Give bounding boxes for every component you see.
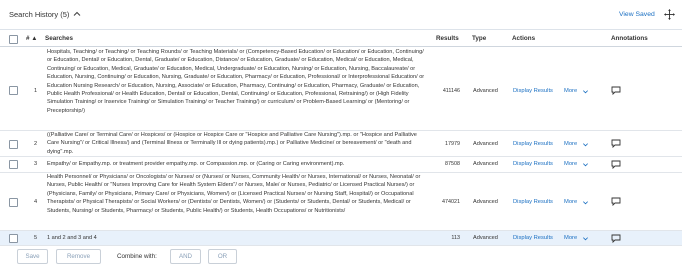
row-number: 5 bbox=[34, 235, 38, 241]
search-query: Health Personnel/ or Physicians/ or Onco… bbox=[47, 174, 421, 214]
chevron-up-icon[interactable] bbox=[72, 9, 82, 19]
table-row: 5 1 and 2 and 3 and 4 113 Advanced Displ… bbox=[0, 231, 682, 246]
chevron-down-icon[interactable] bbox=[582, 141, 589, 148]
more-menu[interactable]: More bbox=[564, 141, 577, 147]
chevron-down-icon[interactable] bbox=[582, 161, 589, 168]
display-results-link[interactable]: Display Results bbox=[513, 161, 553, 167]
row-number: 4 bbox=[34, 199, 38, 205]
search-query: ((Palliative Care/ or Terminal Care/ or … bbox=[47, 132, 417, 155]
table-row: 4 Health Personnel/ or Physicians/ or On… bbox=[0, 173, 682, 231]
history-footer: Save Remove Combine with: AND OR bbox=[0, 246, 682, 269]
row-checkbox[interactable] bbox=[9, 140, 18, 149]
result-count: 87508 bbox=[445, 161, 460, 167]
comment-icon[interactable] bbox=[611, 160, 621, 169]
select-all-checkbox[interactable] bbox=[9, 35, 18, 44]
sort-up-icon: ▲ bbox=[31, 35, 38, 42]
remove-button[interactable]: Remove bbox=[56, 249, 101, 264]
search-type: Advanced bbox=[473, 141, 498, 147]
combine-and-button[interactable]: AND bbox=[170, 249, 201, 264]
chevron-down-icon[interactable] bbox=[582, 88, 589, 95]
row-number: 2 bbox=[34, 141, 38, 147]
column-header-actions: Actions bbox=[512, 35, 536, 42]
table-row: 3 Empathy/ or Empathy.mp. or treatment p… bbox=[0, 157, 682, 173]
result-count: 411146 bbox=[442, 88, 460, 94]
row-checkbox[interactable] bbox=[9, 160, 18, 169]
search-query: 1 and 2 and 3 and 4 bbox=[47, 235, 97, 241]
view-saved-link[interactable]: View Saved bbox=[619, 11, 655, 18]
column-header-annotations: Annotations bbox=[611, 35, 648, 42]
result-count: 474021 bbox=[442, 199, 460, 205]
search-type: Advanced bbox=[473, 199, 498, 205]
comment-icon[interactable] bbox=[611, 86, 621, 95]
result-count: 17979 bbox=[445, 141, 460, 147]
row-checkbox[interactable] bbox=[9, 198, 18, 207]
search-history-header: Search History (5) View Saved bbox=[0, 0, 682, 30]
search-type: Advanced bbox=[473, 161, 498, 167]
save-button[interactable]: Save bbox=[17, 249, 48, 264]
row-checkbox[interactable] bbox=[9, 86, 18, 95]
table-row: 1 Hospitals, Teaching/ or Teaching/ or T… bbox=[0, 48, 682, 131]
move-icon[interactable] bbox=[664, 9, 675, 20]
combine-or-button[interactable]: OR bbox=[208, 249, 237, 264]
more-menu[interactable]: More bbox=[564, 161, 577, 167]
comment-icon[interactable] bbox=[611, 234, 621, 243]
result-count: 113 bbox=[451, 235, 460, 241]
column-header-searches: Searches bbox=[45, 35, 74, 42]
combine-with-label: Combine with: bbox=[117, 253, 157, 260]
table-row: 2 ((Palliative Care/ or Terminal Care/ o… bbox=[0, 131, 682, 157]
search-type: Advanced bbox=[473, 88, 498, 94]
row-number: 1 bbox=[34, 88, 38, 94]
comment-icon[interactable] bbox=[611, 139, 621, 148]
search-query: Empathy/ or Empathy.mp. or treatment pro… bbox=[47, 161, 345, 167]
search-query: Hospitals, Teaching/ or Teaching/ or Tea… bbox=[47, 49, 425, 114]
display-results-link[interactable]: Display Results bbox=[513, 88, 553, 94]
column-header-results: Results bbox=[436, 35, 459, 42]
row-number: 3 bbox=[34, 161, 38, 167]
search-history-title: Search History (5) bbox=[9, 10, 70, 19]
table-header: # ▲ Searches Results Type Actions Annota… bbox=[0, 31, 682, 47]
search-type: Advanced bbox=[473, 235, 498, 241]
display-results-link[interactable]: Display Results bbox=[513, 199, 553, 205]
chevron-down-icon[interactable] bbox=[582, 199, 589, 206]
more-menu[interactable]: More bbox=[564, 88, 577, 94]
more-menu[interactable]: More bbox=[564, 235, 577, 241]
display-results-link[interactable]: Display Results bbox=[513, 141, 553, 147]
comment-icon[interactable] bbox=[611, 197, 621, 206]
column-header-number[interactable]: # ▲ bbox=[26, 35, 38, 42]
column-header-type: Type bbox=[472, 35, 487, 42]
more-menu[interactable]: More bbox=[564, 199, 577, 205]
column-number-label: # bbox=[26, 35, 30, 42]
row-checkbox[interactable] bbox=[9, 234, 18, 243]
display-results-link[interactable]: Display Results bbox=[513, 235, 553, 241]
chevron-down-icon[interactable] bbox=[582, 235, 589, 242]
